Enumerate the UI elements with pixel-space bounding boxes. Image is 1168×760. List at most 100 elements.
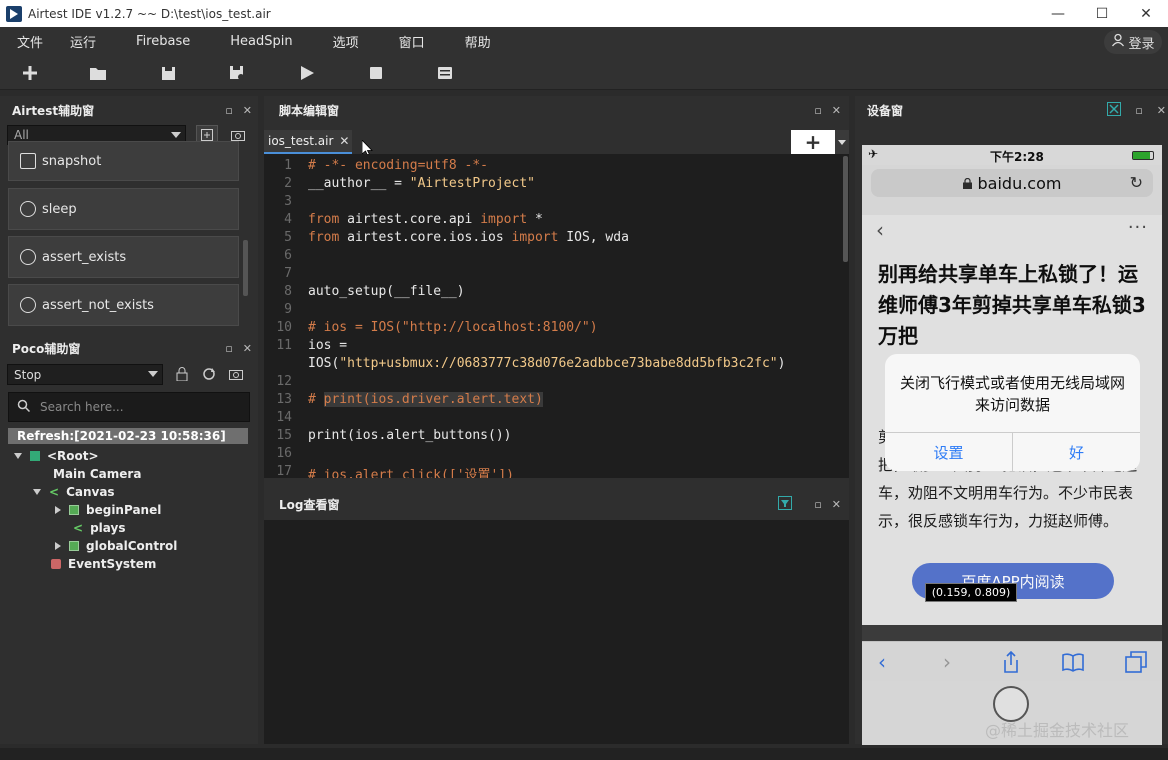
- airtest-logo-icon: [6, 5, 22, 22]
- ios-alert-dialog: 关闭飞行模式或者使用无线局域网来访问数据 设置 好: [885, 354, 1140, 471]
- line-number: 13: [276, 392, 292, 407]
- record-button[interactable]: [225, 364, 247, 384]
- plus-icon[interactable]: +: [791, 130, 835, 154]
- tree-node-global-control[interactable]: globalControl: [55, 537, 177, 555]
- api-button-sleep[interactable]: sleep: [8, 188, 239, 230]
- code-line: # ios = IOS("http://localhost:8100/"): [308, 320, 598, 335]
- minimize-button[interactable]: —: [1036, 0, 1080, 27]
- log-panel-title: Log查看窗: [279, 497, 340, 512]
- run-icon[interactable]: [297, 63, 317, 83]
- api-button-assert-exists[interactable]: assert_exists: [8, 236, 239, 278]
- line-number: 16: [276, 446, 292, 461]
- stop-icon[interactable]: [366, 63, 386, 83]
- api-button-label: sleep: [42, 201, 77, 217]
- editor-scrollbar[interactable]: [843, 156, 848, 262]
- code-line: print(ios.alert_buttons()): [308, 428, 512, 443]
- expand-arrow-icon[interactable]: [55, 506, 61, 514]
- expand-arrow-icon[interactable]: [14, 453, 22, 459]
- node-chevron-icon: <: [73, 521, 84, 535]
- line-number: 10: [276, 320, 292, 335]
- new-tab-button[interactable]: +: [791, 130, 849, 154]
- expand-arrow-icon[interactable]: [33, 489, 41, 495]
- target-icon: [20, 249, 36, 265]
- login-button[interactable]: 登录: [1104, 30, 1162, 54]
- tree-node-canvas[interactable]: < Canvas: [33, 483, 115, 501]
- api-button-snapshot[interactable]: snapshot: [8, 141, 239, 181]
- code-line: # -*- encoding=utf8 -*-: [308, 158, 489, 173]
- menu-run[interactable]: 运行: [70, 32, 96, 51]
- code-line: ios =: [308, 338, 348, 353]
- search-icon: [17, 399, 31, 415]
- root-node-icon: [30, 451, 40, 461]
- tab-label: ios_test.air: [268, 134, 334, 148]
- chevron-down-icon: [171, 132, 181, 138]
- expand-arrow-icon[interactable]: [55, 542, 61, 550]
- line-number: 15: [276, 428, 292, 443]
- line-number: 14: [276, 410, 292, 425]
- close-panel-icon[interactable]: ✕: [243, 342, 252, 355]
- float-panel-icon[interactable]: ▫: [225, 342, 232, 355]
- save-as-icon[interactable]: [227, 63, 247, 83]
- tab-close-icon[interactable]: ✕: [339, 134, 349, 148]
- tree-node-root[interactable]: <Root>: [14, 447, 99, 465]
- menu-file[interactable]: 文件: [17, 32, 43, 51]
- report-icon[interactable]: [435, 63, 455, 83]
- tree-node-main-camera[interactable]: Main Camera: [53, 465, 141, 483]
- tree-node-label: globalControl: [86, 539, 178, 553]
- float-panel-icon[interactable]: ▫: [1135, 104, 1142, 117]
- line-number: 11: [276, 338, 292, 353]
- save-icon[interactable]: [158, 63, 178, 83]
- code-line: __author__ = "AirtestProject": [308, 176, 535, 191]
- float-panel-icon[interactable]: ▫: [814, 104, 821, 117]
- api-button-label: assert_not_exists: [42, 297, 154, 313]
- open-folder-icon[interactable]: [88, 63, 108, 83]
- line-number: 1: [284, 158, 292, 173]
- tree-node-plays[interactable]: < plays: [73, 519, 125, 537]
- tab-ios-test[interactable]: ios_test.air ✕: [264, 130, 352, 154]
- float-panel-icon[interactable]: ▫: [814, 498, 821, 511]
- filter-icon[interactable]: [778, 495, 793, 513]
- poco-search-input[interactable]: Search here...: [8, 392, 250, 422]
- tree-node-label: <Root>: [47, 449, 99, 463]
- menu-window[interactable]: 窗口: [399, 32, 425, 51]
- refresh-timestamp: Refresh:[2021-02-23 10:58:36]: [8, 428, 248, 444]
- code-line: auto_setup(__file__): [308, 284, 465, 299]
- close-panel-icon[interactable]: ✕: [1157, 104, 1166, 117]
- close-panel-icon[interactable]: ✕: [832, 498, 841, 511]
- camera-icon: [20, 153, 36, 169]
- device-panel-header: 设备窗 ▫ ✕: [867, 99, 1168, 121]
- alert-settings-button[interactable]: 设置: [885, 433, 1013, 471]
- line-number: 12: [276, 374, 292, 389]
- menu-headspin[interactable]: HeadSpin: [230, 34, 292, 49]
- refresh-icon[interactable]: [198, 364, 220, 384]
- log-panel-header: Log查看窗 ▫ ✕: [279, 493, 849, 515]
- lock-icon[interactable]: [171, 364, 193, 384]
- tree-node-event-system[interactable]: EventSystem: [51, 555, 156, 573]
- tree-node-label: beginPanel: [86, 503, 162, 517]
- code-line: # ios.alert_click(['设置']): [308, 468, 515, 478]
- float-panel-icon[interactable]: ▫: [225, 104, 232, 117]
- maximize-button[interactable]: ☐: [1080, 0, 1124, 27]
- tree-node-begin-panel[interactable]: beginPanel: [55, 501, 161, 519]
- menu-options[interactable]: 选项: [333, 32, 359, 51]
- line-number: 8: [284, 284, 292, 299]
- close-window-button[interactable]: ✕: [1124, 0, 1168, 27]
- poco-mode-select[interactable]: Stop: [7, 364, 163, 385]
- close-panel-icon[interactable]: ✕: [832, 104, 841, 117]
- log-output[interactable]: [264, 520, 849, 744]
- splitter[interactable]: [264, 478, 849, 492]
- event-node-icon: [51, 559, 61, 569]
- menu-firebase[interactable]: Firebase: [136, 34, 190, 49]
- close-panel-icon[interactable]: ✕: [243, 104, 252, 117]
- new-file-icon[interactable]: [20, 63, 40, 83]
- api-button-assert-not-exists[interactable]: assert_not_exists: [8, 284, 239, 326]
- alert-ok-button[interactable]: 好: [1013, 433, 1140, 471]
- code-editor[interactable]: 1 2 3 4 5 6 7 8 9 10 11 12 13 14 15 16 1…: [264, 154, 849, 478]
- tools-icon[interactable]: [1107, 101, 1122, 119]
- menu-help[interactable]: 帮助: [465, 32, 491, 51]
- chevron-down-icon[interactable]: [835, 130, 849, 154]
- tree-node-label: plays: [90, 521, 126, 535]
- device-screen[interactable]: ✈ 下午2:28 baidu.com ↻ ‹ ··· 别再给共享单车上私锁了！运…: [862, 145, 1162, 745]
- api-list-scrollbar[interactable]: [243, 240, 248, 296]
- api-button-label: assert_exists: [42, 249, 127, 265]
